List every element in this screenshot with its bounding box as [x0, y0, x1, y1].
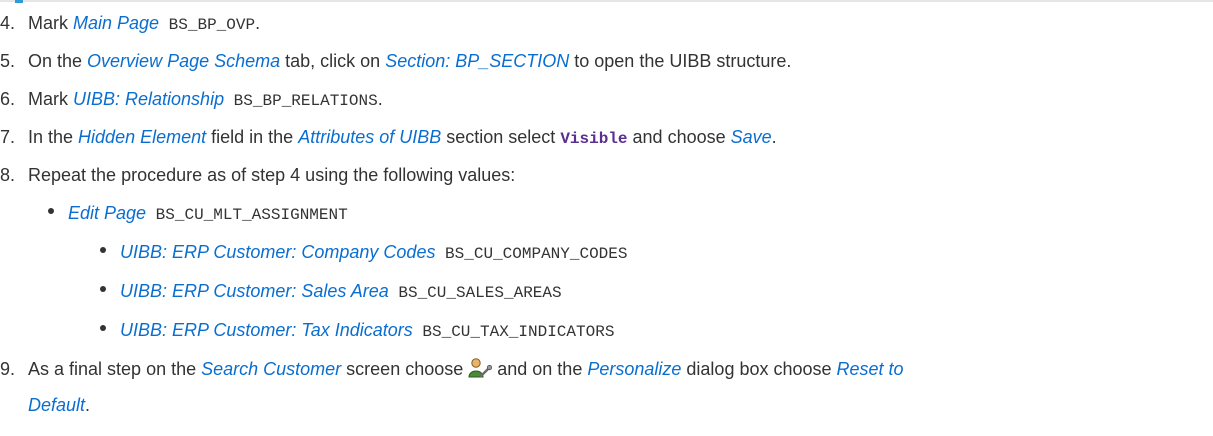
- bullet-company-codes: UIBB: ERP Customer: Company Codes BS_CU_…: [100, 241, 627, 265]
- link-sales-area[interactable]: UIBB: ERP Customer: Sales Area: [120, 281, 389, 301]
- step-9: 9. As a final step on the Search Customer…: [0, 357, 904, 379]
- step-5: 5. On the Overview Page Schema tab, click…: [0, 51, 792, 71]
- step-9-continued: Default.: [28, 395, 91, 415]
- personalize-icon[interactable]: [468, 357, 493, 379]
- bullet-dot: [100, 325, 106, 332]
- bullet-dot: [48, 208, 54, 215]
- link-overview-page-schema[interactable]: Overview Page Schema: [87, 51, 280, 71]
- link-attributes-uibb[interactable]: Attributes of UIBB: [298, 127, 441, 147]
- link-search-customer[interactable]: Search Customer: [201, 359, 341, 379]
- link-default[interactable]: Default: [28, 395, 85, 415]
- top-accent: [15, 0, 23, 3]
- link-hidden-element[interactable]: Hidden Element: [78, 127, 206, 147]
- bullet-dot: [100, 247, 106, 254]
- step-4: 4. Mark Main Page BS_BP_OVP.: [0, 13, 261, 34]
- top-divider: [0, 0, 1213, 2]
- step-7: 7. In the Hidden Element field in the Att…: [0, 127, 777, 148]
- link-reset-to[interactable]: Reset to: [837, 359, 904, 379]
- bullet-sales-area: UIBB: ERP Customer: Sales Area BS_CU_SAL…: [100, 280, 562, 304]
- bullet-dot: [100, 286, 106, 293]
- link-tax-indicators[interactable]: UIBB: ERP Customer: Tax Indicators: [120, 320, 413, 340]
- step-8: 8. Repeat the procedure as of step 4 usin…: [0, 165, 516, 185]
- bullet-edit-page: Edit Page BS_CU_MLT_ASSIGNMENT: [48, 202, 348, 226]
- link-main-page[interactable]: Main Page: [73, 13, 159, 33]
- bullet-tax-indicators: UIBB: ERP Customer: Tax Indicators BS_CU…: [100, 319, 614, 343]
- link-uibb-relationship[interactable]: UIBB: Relationship: [73, 89, 224, 109]
- link-section-bp[interactable]: Section: BP_SECTION: [385, 51, 569, 71]
- link-company-codes[interactable]: UIBB: ERP Customer: Company Codes: [120, 242, 435, 262]
- keyword-visible: Visible: [560, 130, 628, 148]
- step-6: 6. Mark UIBB: Relationship BS_BP_RELATION…: [0, 89, 383, 110]
- link-save[interactable]: Save: [731, 127, 772, 147]
- link-personalize[interactable]: Personalize: [587, 359, 681, 379]
- link-edit-page[interactable]: Edit Page: [68, 203, 146, 223]
